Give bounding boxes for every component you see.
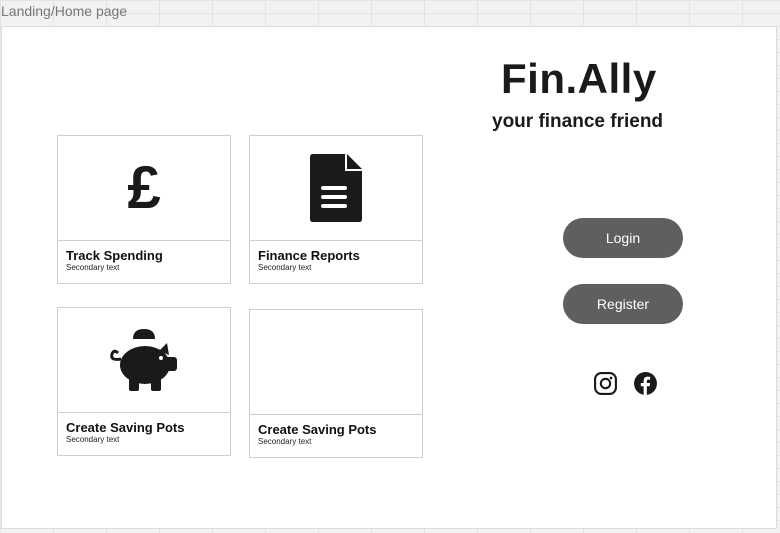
card-finance-reports[interactable]: Finance Reports Secondary text [249, 135, 423, 284]
card-subtitle: Secondary text [66, 263, 120, 272]
facebook-icon[interactable] [633, 371, 658, 396]
svg-text:£: £ [127, 158, 160, 218]
card-subtitle: Secondary text [258, 437, 312, 446]
brand-title: Fin.Ally [501, 55, 657, 102]
brand-tagline: your finance friend [492, 111, 664, 132]
card-media [250, 310, 422, 415]
card-media [58, 308, 230, 413]
card-create-saving-pots[interactable]: Create Saving Pots Secondary text [57, 307, 231, 456]
card-media: £ [58, 136, 230, 241]
card-create-saving-pots-2[interactable]: Create Saving Pots Secondary text [249, 309, 423, 458]
document-icon [310, 154, 362, 222]
pound-icon: £ [127, 158, 160, 218]
card-title: Create Saving Pots [258, 422, 377, 437]
card-title: Finance Reports [258, 248, 360, 263]
piggy-bank-icon [110, 329, 177, 391]
card-subtitle: Secondary text [66, 435, 120, 444]
card-subtitle: Secondary text [258, 263, 312, 272]
frame-label: Landing/Home page [1, 3, 128, 19]
card-title: Create Saving Pots [66, 420, 185, 435]
register-button[interactable]: Register [563, 284, 683, 324]
login-button[interactable]: Login [563, 218, 683, 258]
card-title: Track Spending [66, 248, 163, 263]
card-media [250, 136, 422, 241]
card-track-spending[interactable]: £ Track Spending Secondary text [57, 135, 231, 284]
instagram-icon[interactable] [593, 371, 618, 396]
